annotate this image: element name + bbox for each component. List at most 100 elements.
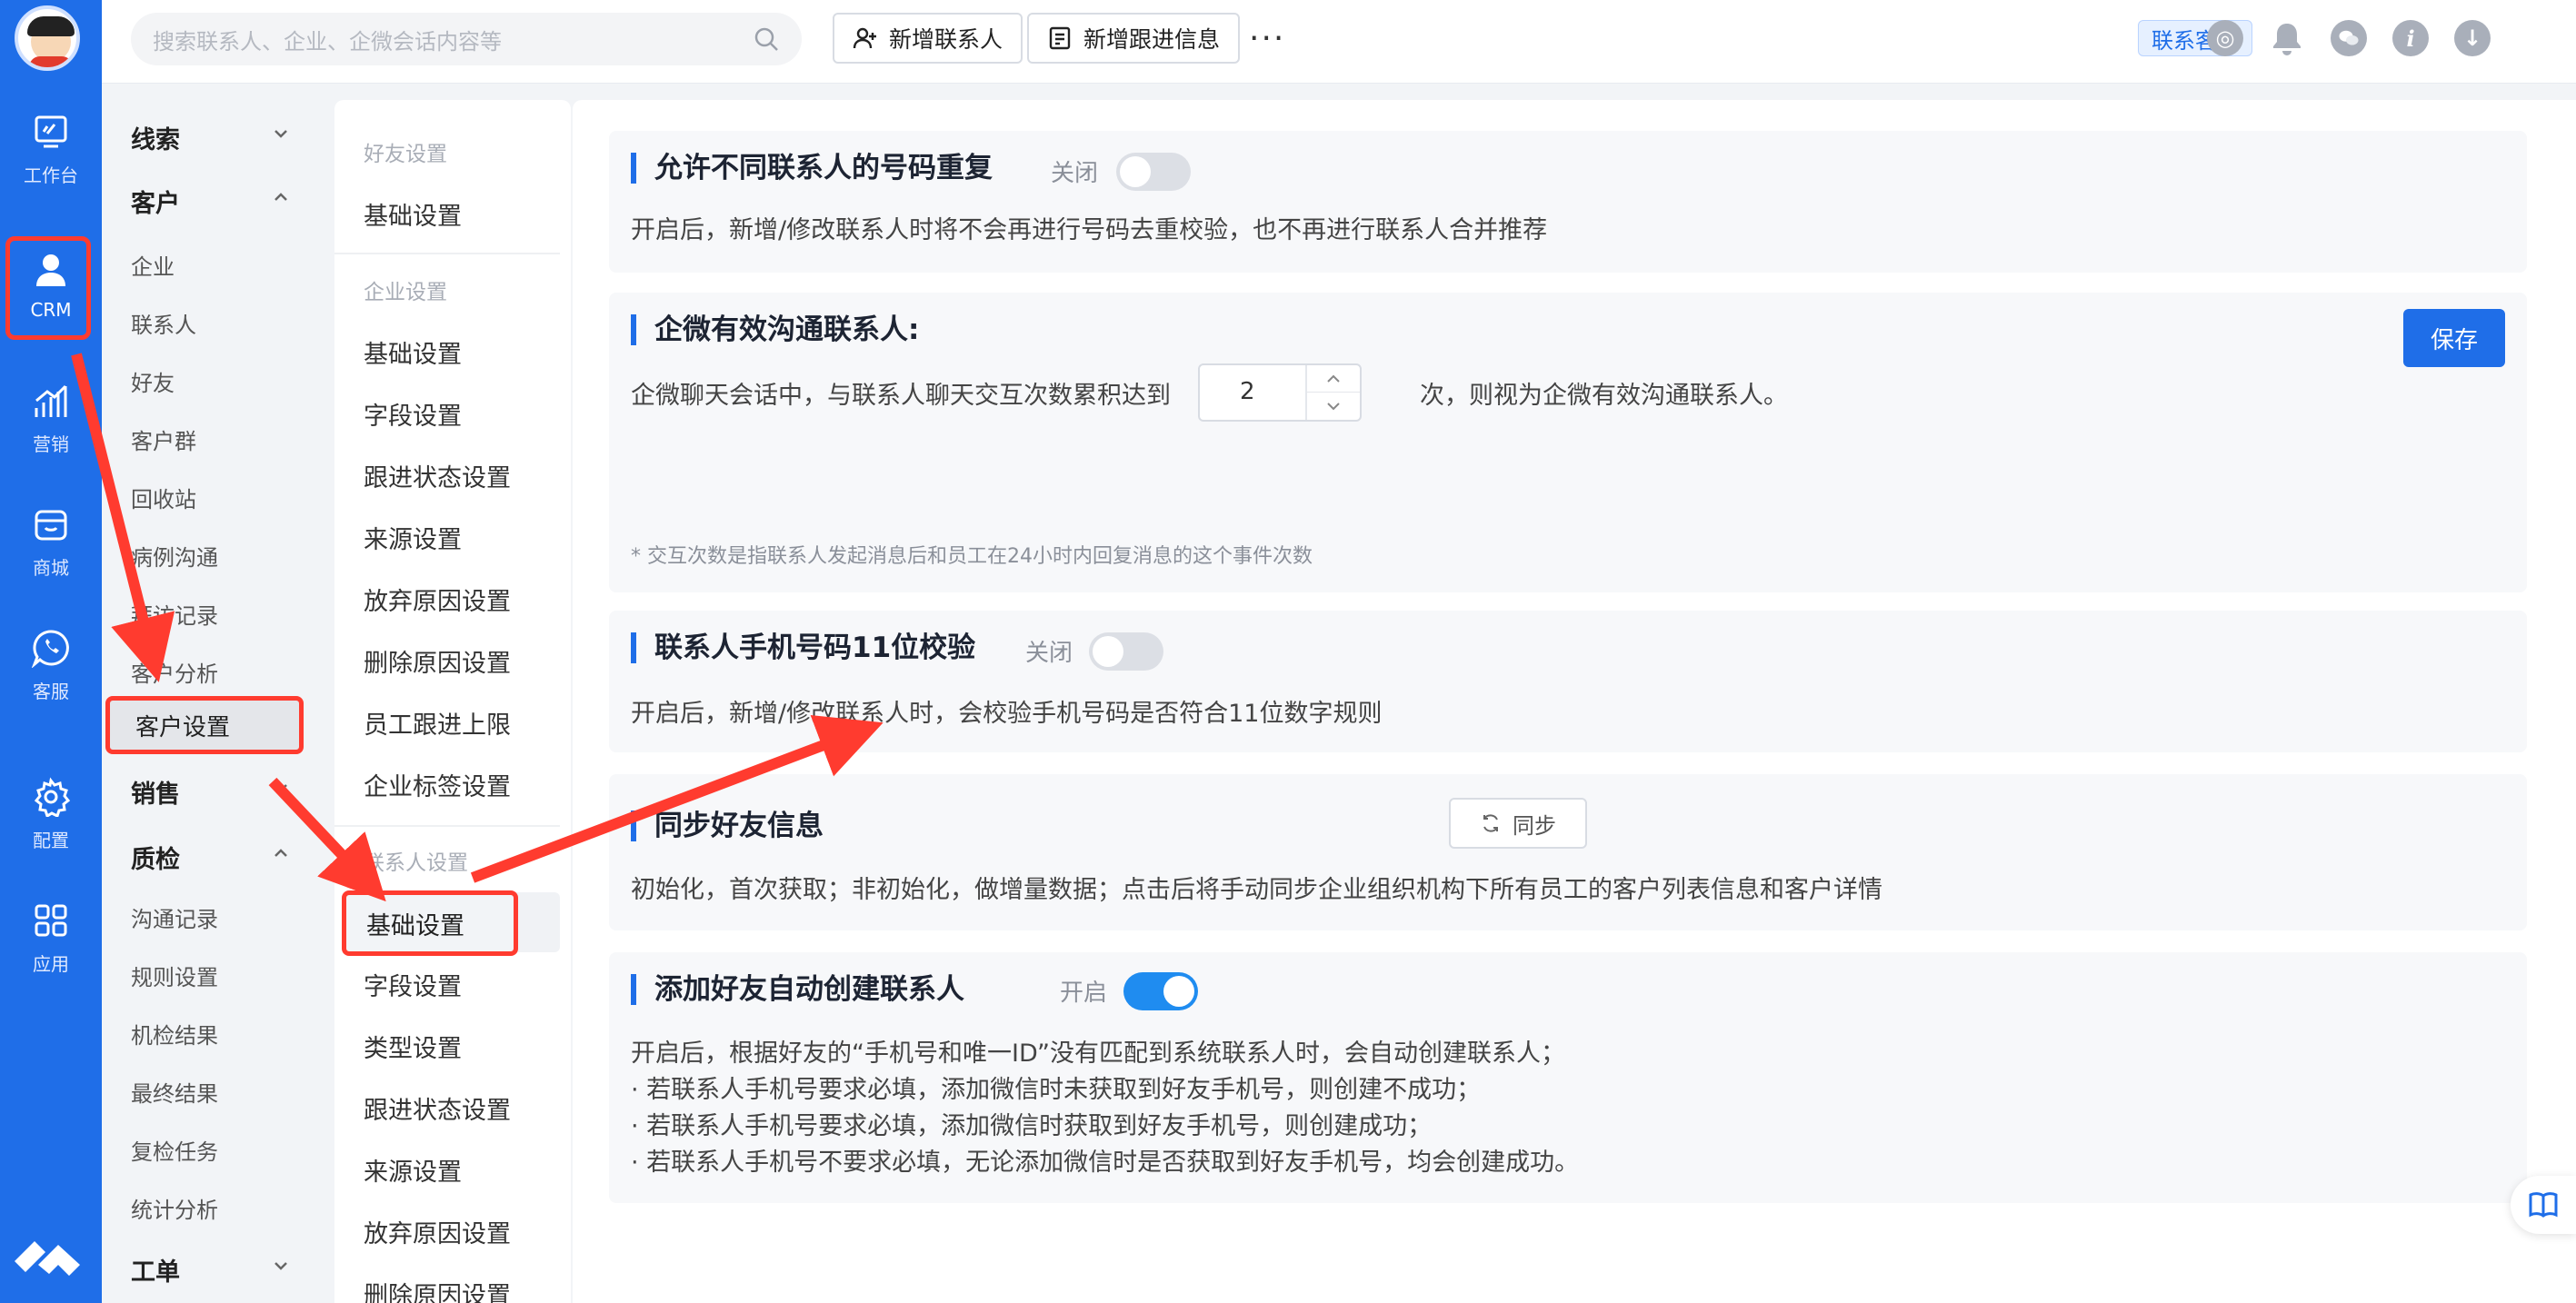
download-icon[interactable]: ↓ bbox=[2454, 20, 2491, 56]
nav-group-quality-check[interactable]: 质检 bbox=[131, 840, 180, 875]
company-abandon-reasons[interactable]: 放弃原因设置 bbox=[364, 582, 511, 617]
bell-icon[interactable] bbox=[2269, 20, 2305, 56]
chevron-down-icon bbox=[1327, 403, 1340, 411]
company-source-settings[interactable]: 来源设置 bbox=[364, 520, 462, 555]
highlight-box bbox=[5, 236, 91, 340]
headset-icon[interactable]: ◎ bbox=[2207, 20, 2243, 56]
stepper-up-button[interactable] bbox=[1307, 365, 1360, 393]
rail-item-mall[interactable]: 商城 bbox=[0, 487, 102, 596]
section-contact-settings: 联系人设置 bbox=[364, 851, 468, 875]
wecom-effective-desc-post: 次，则视为企微有效沟通联系人。 bbox=[1420, 382, 1788, 410]
nav-item-customer-analysis[interactable]: 客户分析 bbox=[131, 656, 218, 688]
note-icon bbox=[1049, 26, 1071, 50]
chart-bars-icon bbox=[35, 384, 67, 417]
chevron-down-icon[interactable] bbox=[271, 124, 291, 144]
book-icon[interactable] bbox=[2511, 1176, 2576, 1234]
new-contact-label: 新增联系人 bbox=[889, 26, 1003, 53]
employee-followup-limit[interactable]: 员工跟进上限 bbox=[364, 705, 511, 741]
stepper-down-button[interactable] bbox=[1307, 393, 1360, 420]
company-delete-reasons[interactable]: 删除原因设置 bbox=[364, 643, 511, 679]
nav-item-contact[interactable]: 联系人 bbox=[131, 307, 196, 339]
contact-basic-settings[interactable]: 基础设置 bbox=[342, 890, 518, 956]
contact-delete-reasons[interactable]: 删除原因设置 bbox=[364, 1276, 511, 1303]
rail-item-workbench[interactable]: 工作台 bbox=[0, 94, 102, 204]
phone-validation-toggle[interactable] bbox=[1089, 632, 1163, 671]
auto-create-desc-line: · 若联系人手机号要求必填，添加微信时获取到好友手机号，则创建成功； bbox=[631, 1112, 1433, 1140]
brand-logo bbox=[15, 1241, 80, 1276]
contact-type-settings[interactable]: 类型设置 bbox=[364, 1029, 462, 1064]
new-followup-label: 新增跟进信息 bbox=[1083, 26, 1221, 53]
nav-item-rule-settings[interactable]: 规则设置 bbox=[131, 960, 218, 991]
duplicate-phone-toggle[interactable] bbox=[1116, 153, 1191, 191]
contact-field-settings[interactable]: 字段设置 bbox=[364, 967, 462, 1002]
auto-create-desc-line: · 若联系人手机号要求必填，添加微信时未获取到好友手机号，则创建不成功； bbox=[631, 1076, 1482, 1104]
wecom-effective-title: 企微有效沟通联系人: bbox=[631, 314, 919, 345]
chevron-up-icon bbox=[1327, 374, 1340, 383]
nav-group-sales[interactable]: 销售 bbox=[131, 774, 180, 810]
add-user-icon bbox=[853, 27, 876, 49]
rail-item-marketing[interactable]: 营销 bbox=[0, 363, 102, 472]
rail-item-service[interactable]: 客服 bbox=[0, 611, 102, 720]
company-field-settings[interactable]: 字段设置 bbox=[364, 396, 462, 432]
wecom-effective-desc-pre: 企微聊天会话中，与联系人聊天交互次数累积达到 bbox=[631, 382, 1171, 410]
chevron-up-icon[interactable] bbox=[271, 843, 291, 863]
divider bbox=[334, 253, 560, 254]
save-button[interactable]: 保存 bbox=[2403, 309, 2505, 367]
interaction-count-stepper[interactable]: 2 bbox=[1198, 363, 1362, 422]
nav-group-leads[interactable]: 线索 bbox=[131, 120, 180, 155]
new-contact-button[interactable]: 新增联系人 bbox=[833, 13, 1023, 64]
duplicate-phone-desc: 开启后，新增/修改联系人时将不会再进行号码去重校验，也不再进行联系人合并推荐 bbox=[631, 216, 1548, 244]
rail-label-workbench: 工作台 bbox=[24, 164, 78, 186]
rail-item-crm[interactable]: CRM bbox=[0, 231, 102, 340]
search-icon bbox=[754, 27, 778, 51]
nav-item-recheck-tasks[interactable]: 复检任务 bbox=[131, 1134, 218, 1166]
company-tag-settings[interactable]: 企业标签设置 bbox=[364, 767, 511, 802]
phone-validation-desc: 开启后，新增/修改联系人时，会校验手机号码是否符合11位数字规则 bbox=[631, 700, 1383, 728]
nav-item-machine-check-results[interactable]: 机检结果 bbox=[131, 1018, 218, 1049]
nav-item-friend[interactable]: 好友 bbox=[131, 365, 175, 397]
nav-item-case-communication[interactable]: 病例沟通 bbox=[131, 540, 218, 572]
contact-followup-status[interactable]: 跟进状态设置 bbox=[364, 1090, 511, 1126]
nav-item-statistics[interactable]: 统计分析 bbox=[131, 1192, 218, 1224]
apps-grid-icon bbox=[35, 904, 67, 936]
chevron-down-icon[interactable] bbox=[271, 778, 291, 798]
friend-basic-settings[interactable]: 基础设置 bbox=[364, 196, 462, 232]
company-basic-settings[interactable]: 基础设置 bbox=[364, 334, 462, 370]
auto-create-toggle-label: 开启 bbox=[1060, 980, 1108, 1007]
nav-item-recycle-bin[interactable]: 回收站 bbox=[131, 482, 196, 513]
rail-item-apps[interactable]: 应用 bbox=[0, 883, 102, 992]
nav-group-customer[interactable]: 客户 bbox=[131, 184, 180, 219]
avatar[interactable] bbox=[15, 5, 80, 71]
nav-item-customer-settings[interactable]: 客户设置 bbox=[105, 696, 304, 754]
nav-item-communication-records[interactable]: 沟通记录 bbox=[131, 901, 218, 933]
nav-item-company[interactable]: 企业 bbox=[131, 249, 175, 281]
sync-button-label: 同步 bbox=[1513, 812, 1556, 839]
rail-label-service: 客服 bbox=[33, 680, 69, 702]
chat-phone-icon bbox=[31, 629, 69, 668]
search-placeholder: 搜索联系人、企业、企微会话内容等 bbox=[153, 28, 502, 55]
company-followup-status[interactable]: 跟进状态设置 bbox=[364, 458, 511, 493]
chevron-down-icon[interactable] bbox=[271, 1256, 291, 1276]
interaction-count-value[interactable]: 2 bbox=[1240, 378, 1255, 405]
auto-create-toggle[interactable] bbox=[1123, 972, 1198, 1010]
search-input[interactable]: 搜索联系人、企业、企微会话内容等 bbox=[131, 13, 802, 65]
phone-validation-title: 联系人手机号码11位校验 bbox=[631, 632, 975, 663]
phone-validation-card: 联系人手机号码11位校验 关闭 开启后，新增/修改联系人时，会校验手机号码是否符… bbox=[609, 611, 2527, 752]
nav-item-visit-records[interactable]: 拜访记录 bbox=[131, 598, 218, 630]
contact-abandon-reasons[interactable]: 放弃原因设置 bbox=[364, 1214, 511, 1249]
nav-item-final-results[interactable]: 最终结果 bbox=[131, 1076, 218, 1108]
nav-item-customer-group[interactable]: 客户群 bbox=[131, 423, 196, 455]
contact-source-settings[interactable]: 来源设置 bbox=[364, 1152, 462, 1188]
new-followup-button[interactable]: 新增跟进信息 bbox=[1027, 13, 1241, 64]
rail-item-config[interactable]: 配置 bbox=[0, 760, 102, 869]
store-icon bbox=[35, 510, 67, 540]
chevron-up-icon[interactable] bbox=[271, 187, 291, 207]
rail-label-config: 配置 bbox=[33, 829, 69, 851]
info-icon[interactable]: i bbox=[2392, 20, 2429, 56]
wechat-icon[interactable] bbox=[2331, 20, 2367, 56]
more-menu-button[interactable]: ··· bbox=[1249, 20, 1285, 57]
settings-nav: 好友设置 基础设置 企业设置 基础设置 字段设置 跟进状态设置 来源设置 放弃原… bbox=[334, 100, 571, 1303]
sync-button[interactable]: 同步 bbox=[1449, 798, 1587, 849]
nav-group-ticket[interactable]: 工单 bbox=[131, 1252, 180, 1288]
auto-create-title: 添加好友自动创建联系人 bbox=[631, 974, 964, 1005]
